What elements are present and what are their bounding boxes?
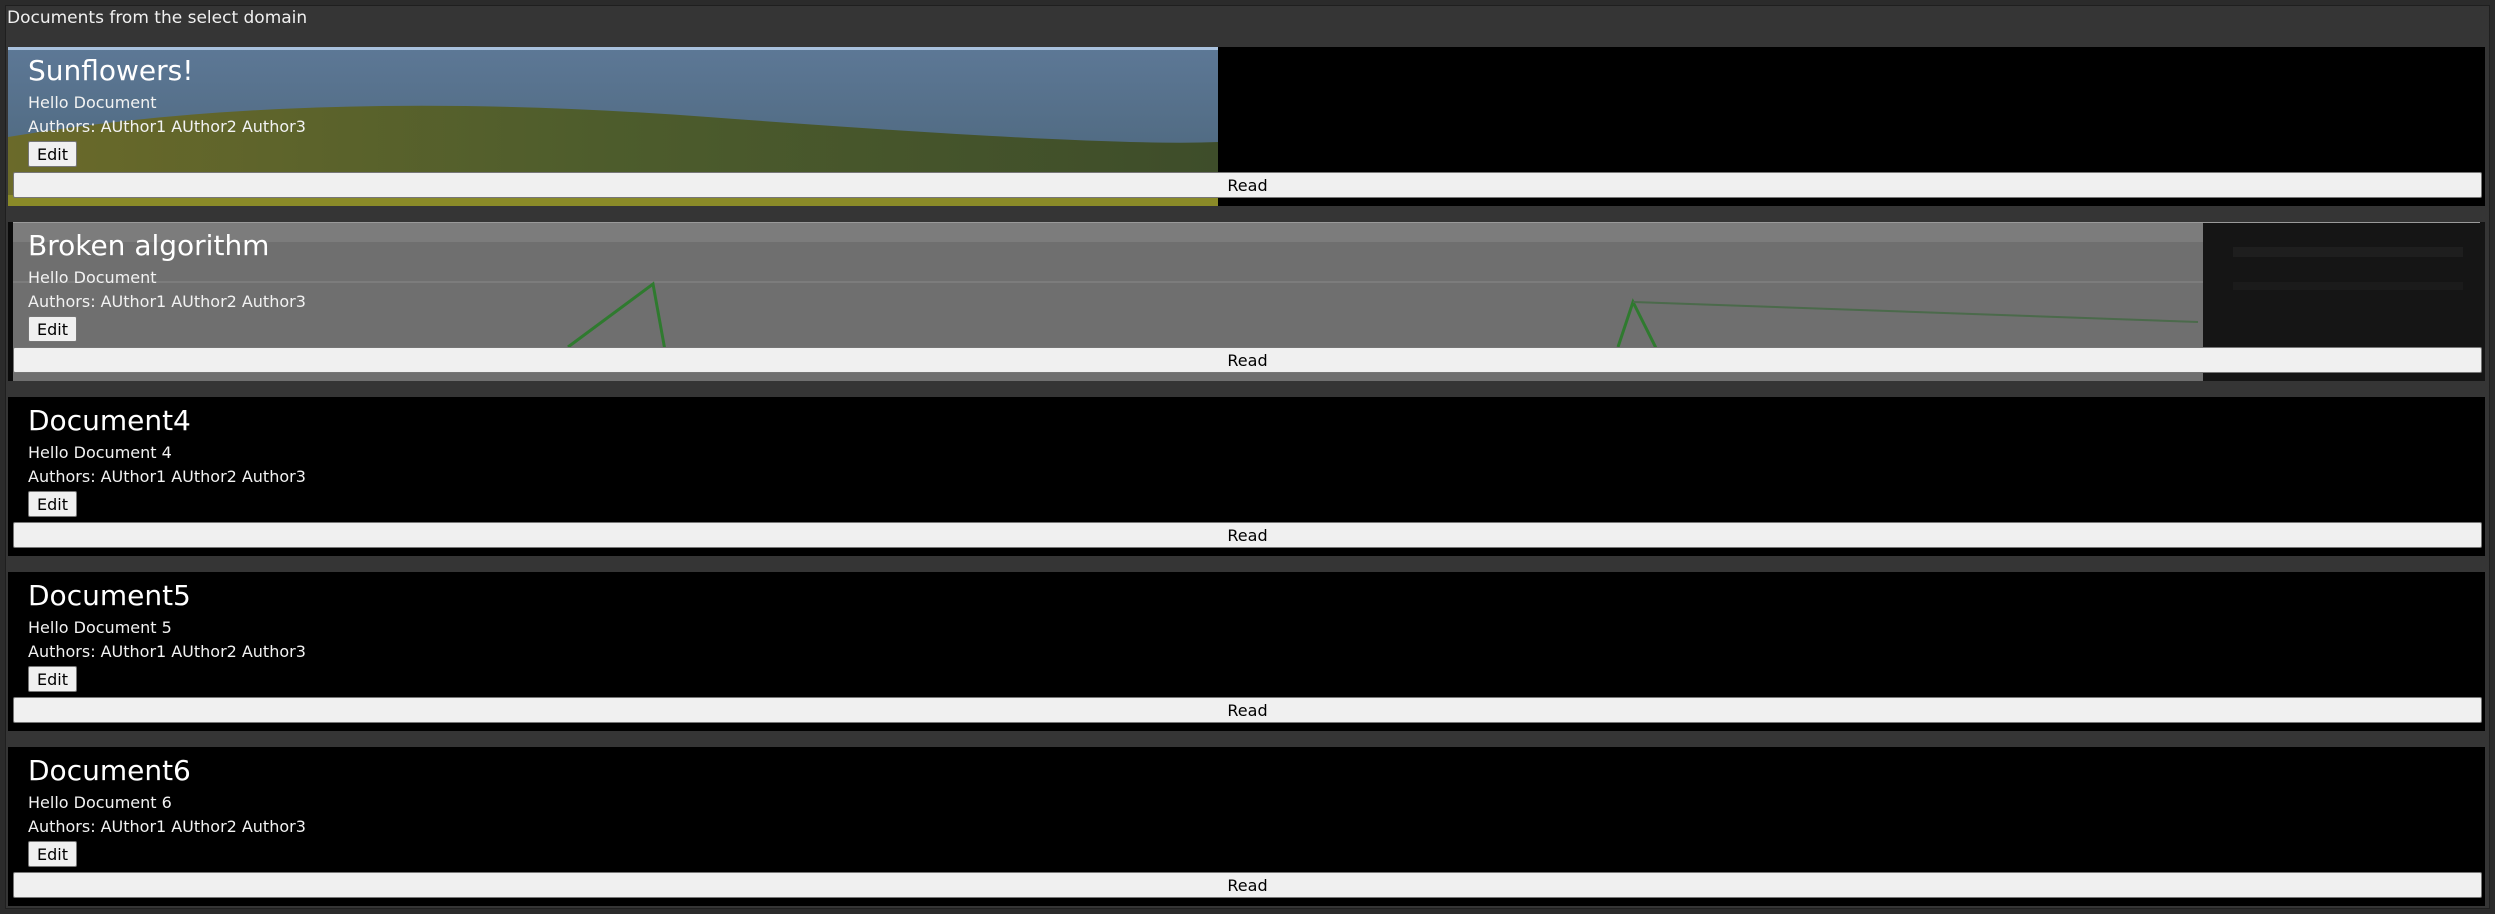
read-button[interactable]: Read [13, 347, 2482, 373]
author-name: AUthor2 [171, 117, 237, 136]
author-name: AUthor2 [171, 817, 237, 836]
edit-button[interactable]: Edit [28, 316, 77, 342]
document-card: Sunflowers! Hello Document Authors: AUth… [8, 47, 2485, 206]
document-authors: Authors: AUthor1 AUthor2 Author3 [28, 292, 306, 311]
author-name: AUthor1 [100, 467, 167, 486]
read-button[interactable]: Read [13, 172, 2482, 198]
authors-label: Authors: [28, 467, 96, 486]
card-separator [8, 556, 2485, 572]
read-button[interactable]: Read [13, 872, 2482, 898]
document-authors: Authors: AUthor1 AUthor2 Author3 [28, 467, 306, 486]
author-name: AUthor1 [100, 817, 167, 836]
document-description: Hello Document 5 [28, 618, 172, 637]
read-button[interactable]: Read [13, 697, 2482, 723]
author-name: Author3 [241, 642, 306, 661]
authors-label: Authors: [28, 117, 96, 136]
card-separator [8, 381, 2485, 397]
edit-button[interactable]: Edit [28, 491, 77, 517]
author-name: AUthor2 [171, 642, 237, 661]
authors-label: Authors: [28, 817, 96, 836]
read-button[interactable]: Read [13, 522, 2482, 548]
document-title: Document6 [28, 754, 191, 787]
document-description: Hello Document [28, 93, 157, 112]
document-title: Document5 [28, 579, 191, 612]
edit-button[interactable]: Edit [28, 666, 77, 692]
authors-label: Authors: [28, 642, 96, 661]
edit-button[interactable]: Edit [28, 841, 77, 867]
author-name: AUthor2 [171, 467, 237, 486]
document-card: Document5 Hello Document 5 Authors: AUth… [8, 572, 2485, 731]
author-name: AUthor1 [100, 292, 167, 311]
author-name: Author3 [241, 467, 306, 486]
document-authors: Authors: AUthor1 AUthor2 Author3 [28, 117, 306, 136]
authors-label: Authors: [28, 292, 96, 311]
document-authors: Authors: AUthor1 AUthor2 Author3 [28, 817, 306, 836]
document-card: Document4 Hello Document 4 Authors: AUth… [8, 397, 2485, 556]
document-card: Broken algorithm Hello Document Authors:… [8, 222, 2485, 381]
document-description: Hello Document [28, 268, 157, 287]
author-name: Author3 [241, 117, 306, 136]
document-title: Sunflowers! [28, 54, 194, 87]
author-name: AUthor1 [100, 117, 167, 136]
author-name: Author3 [241, 292, 306, 311]
document-authors: Authors: AUthor1 AUthor2 Author3 [28, 642, 306, 661]
edit-button[interactable]: Edit [28, 141, 77, 167]
document-card: Document6 Hello Document 6 Authors: AUth… [8, 747, 2485, 906]
document-description: Hello Document 6 [28, 793, 172, 812]
document-title: Broken algorithm [28, 229, 270, 262]
document-title: Document4 [28, 404, 191, 437]
card-separator [8, 731, 2485, 747]
document-description: Hello Document 4 [28, 443, 172, 462]
card-separator [8, 206, 2485, 222]
author-name: AUthor2 [171, 292, 237, 311]
author-name: Author3 [241, 817, 306, 836]
page-title: Documents from the select domain [7, 8, 308, 28]
author-name: AUthor1 [100, 642, 167, 661]
